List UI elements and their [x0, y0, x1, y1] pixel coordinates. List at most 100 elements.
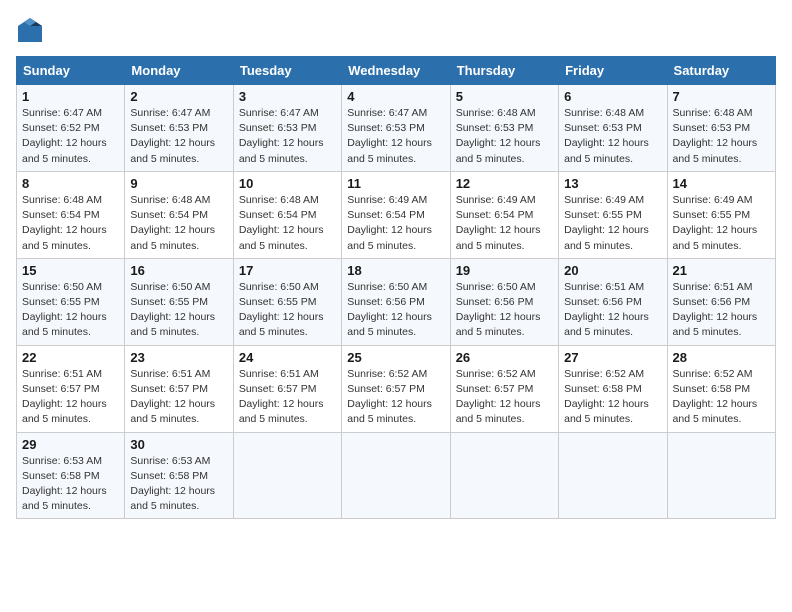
- day-info: Sunrise: 6:53 AM Sunset: 6:58 PM Dayligh…: [22, 454, 119, 515]
- weekday-header-saturday: Saturday: [667, 57, 775, 85]
- day-info: Sunrise: 6:51 AM Sunset: 6:56 PM Dayligh…: [673, 280, 770, 341]
- day-number: 29: [22, 437, 119, 452]
- day-number: 28: [673, 350, 770, 365]
- calendar-day-22: 22 Sunrise: 6:51 AM Sunset: 6:57 PM Dayli…: [17, 345, 125, 432]
- day-number: 18: [347, 263, 444, 278]
- calendar-body: 1 Sunrise: 6:47 AM Sunset: 6:52 PM Daylig…: [17, 85, 776, 519]
- day-number: 4: [347, 89, 444, 104]
- calendar-day-1: 1 Sunrise: 6:47 AM Sunset: 6:52 PM Daylig…: [17, 85, 125, 172]
- calendar-week-5: 29 Sunrise: 6:53 AM Sunset: 6:58 PM Dayli…: [17, 432, 776, 519]
- calendar-week-4: 22 Sunrise: 6:51 AM Sunset: 6:57 PM Dayli…: [17, 345, 776, 432]
- day-info: Sunrise: 6:49 AM Sunset: 6:54 PM Dayligh…: [456, 193, 553, 254]
- day-info: Sunrise: 6:49 AM Sunset: 6:55 PM Dayligh…: [673, 193, 770, 254]
- day-number: 17: [239, 263, 336, 278]
- calendar-day-29: 29 Sunrise: 6:53 AM Sunset: 6:58 PM Dayli…: [17, 432, 125, 519]
- day-info: Sunrise: 6:52 AM Sunset: 6:58 PM Dayligh…: [564, 367, 661, 428]
- day-number: 3: [239, 89, 336, 104]
- day-info: Sunrise: 6:49 AM Sunset: 6:55 PM Dayligh…: [564, 193, 661, 254]
- day-number: 9: [130, 176, 227, 191]
- day-number: 13: [564, 176, 661, 191]
- day-number: 7: [673, 89, 770, 104]
- day-number: 22: [22, 350, 119, 365]
- calendar-day-16: 16Sunrise: 6:50 AM Sunset: 6:55 PM Dayli…: [125, 258, 233, 345]
- calendar-day-12: 12 Sunrise: 6:49 AM Sunset: 6:54 PM Dayli…: [450, 171, 558, 258]
- empty-cell: [559, 432, 667, 519]
- day-info: Sunrise: 6:49 AM Sunset: 6:54 PM Dayligh…: [347, 193, 444, 254]
- day-info: Sunrise: 6:48 AM Sunset: 6:53 PM Dayligh…: [456, 106, 553, 167]
- calendar-day-25: 25 Sunrise: 6:52 AM Sunset: 6:57 PM Dayli…: [342, 345, 450, 432]
- logo: [16, 16, 48, 44]
- day-info: Sunrise: 6:52 AM Sunset: 6:57 PM Dayligh…: [347, 367, 444, 428]
- day-number: 14: [673, 176, 770, 191]
- page-header: [16, 16, 776, 44]
- calendar-day-24: 24 Sunrise: 6:51 AM Sunset: 6:57 PM Dayli…: [233, 345, 341, 432]
- calendar-week-2: 8 Sunrise: 6:48 AM Sunset: 6:54 PM Daylig…: [17, 171, 776, 258]
- calendar-day-10: 10 Sunrise: 6:48 AM Sunset: 6:54 PM Dayli…: [233, 171, 341, 258]
- day-info: Sunrise: 6:48 AM Sunset: 6:53 PM Dayligh…: [673, 106, 770, 167]
- day-info: Sunrise: 6:51 AM Sunset: 6:56 PM Dayligh…: [564, 280, 661, 341]
- day-number: 16: [130, 263, 227, 278]
- day-info: Sunrise: 6:48 AM Sunset: 6:54 PM Dayligh…: [239, 193, 336, 254]
- day-info: Sunrise: 6:52 AM Sunset: 6:57 PM Dayligh…: [456, 367, 553, 428]
- calendar-day-6: 6 Sunrise: 6:48 AM Sunset: 6:53 PM Daylig…: [559, 85, 667, 172]
- weekday-header-tuesday: Tuesday: [233, 57, 341, 85]
- calendar-day-2: 2Sunrise: 6:47 AM Sunset: 6:53 PM Daylig…: [125, 85, 233, 172]
- calendar-day-5: 5 Sunrise: 6:48 AM Sunset: 6:53 PM Daylig…: [450, 85, 558, 172]
- empty-cell: [667, 432, 775, 519]
- weekday-header-thursday: Thursday: [450, 57, 558, 85]
- weekday-header-wednesday: Wednesday: [342, 57, 450, 85]
- empty-cell: [450, 432, 558, 519]
- day-number: 30: [130, 437, 227, 452]
- day-number: 11: [347, 176, 444, 191]
- calendar-day-8: 8 Sunrise: 6:48 AM Sunset: 6:54 PM Daylig…: [17, 171, 125, 258]
- calendar-day-21: 21 Sunrise: 6:51 AM Sunset: 6:56 PM Dayli…: [667, 258, 775, 345]
- calendar-day-23: 23Sunrise: 6:51 AM Sunset: 6:57 PM Dayli…: [125, 345, 233, 432]
- day-info: Sunrise: 6:48 AM Sunset: 6:54 PM Dayligh…: [130, 193, 227, 254]
- day-info: Sunrise: 6:51 AM Sunset: 6:57 PM Dayligh…: [239, 367, 336, 428]
- day-info: Sunrise: 6:52 AM Sunset: 6:58 PM Dayligh…: [673, 367, 770, 428]
- day-number: 1: [22, 89, 119, 104]
- day-number: 10: [239, 176, 336, 191]
- day-info: Sunrise: 6:48 AM Sunset: 6:54 PM Dayligh…: [22, 193, 119, 254]
- day-number: 8: [22, 176, 119, 191]
- calendar-day-28: 28 Sunrise: 6:52 AM Sunset: 6:58 PM Dayli…: [667, 345, 775, 432]
- empty-cell: [342, 432, 450, 519]
- calendar-day-14: 14 Sunrise: 6:49 AM Sunset: 6:55 PM Dayli…: [667, 171, 775, 258]
- calendar-day-18: 18 Sunrise: 6:50 AM Sunset: 6:56 PM Dayli…: [342, 258, 450, 345]
- calendar-day-19: 19 Sunrise: 6:50 AM Sunset: 6:56 PM Dayli…: [450, 258, 558, 345]
- day-number: 5: [456, 89, 553, 104]
- day-info: Sunrise: 6:51 AM Sunset: 6:57 PM Dayligh…: [22, 367, 119, 428]
- weekday-header-sunday: Sunday: [17, 57, 125, 85]
- day-info: Sunrise: 6:47 AM Sunset: 6:53 PM Dayligh…: [239, 106, 336, 167]
- weekday-header-friday: Friday: [559, 57, 667, 85]
- day-info: Sunrise: 6:50 AM Sunset: 6:56 PM Dayligh…: [347, 280, 444, 341]
- day-info: Sunrise: 6:48 AM Sunset: 6:53 PM Dayligh…: [564, 106, 661, 167]
- day-info: Sunrise: 6:47 AM Sunset: 6:53 PM Dayligh…: [130, 106, 227, 167]
- day-number: 25: [347, 350, 444, 365]
- day-number: 27: [564, 350, 661, 365]
- day-info: Sunrise: 6:47 AM Sunset: 6:52 PM Dayligh…: [22, 106, 119, 167]
- day-info: Sunrise: 6:50 AM Sunset: 6:55 PM Dayligh…: [239, 280, 336, 341]
- day-info: Sunrise: 6:51 AM Sunset: 6:57 PM Dayligh…: [130, 367, 227, 428]
- calendar-day-20: 20Sunrise: 6:51 AM Sunset: 6:56 PM Dayli…: [559, 258, 667, 345]
- calendar-day-30: 30 Sunrise: 6:53 AM Sunset: 6:58 PM Dayli…: [125, 432, 233, 519]
- calendar-header: SundayMondayTuesdayWednesdayThursdayFrid…: [17, 57, 776, 85]
- empty-cell: [233, 432, 341, 519]
- day-number: 19: [456, 263, 553, 278]
- logo-icon: [16, 16, 44, 44]
- day-number: 24: [239, 350, 336, 365]
- weekday-header-monday: Monday: [125, 57, 233, 85]
- day-number: 21: [673, 263, 770, 278]
- day-info: Sunrise: 6:50 AM Sunset: 6:56 PM Dayligh…: [456, 280, 553, 341]
- calendar-week-3: 15Sunrise: 6:50 AM Sunset: 6:55 PM Dayli…: [17, 258, 776, 345]
- day-info: Sunrise: 6:50 AM Sunset: 6:55 PM Dayligh…: [22, 280, 119, 341]
- calendar-day-9: 9 Sunrise: 6:48 AM Sunset: 6:54 PM Daylig…: [125, 171, 233, 258]
- day-number: 12: [456, 176, 553, 191]
- calendar-day-4: 4Sunrise: 6:47 AM Sunset: 6:53 PM Daylig…: [342, 85, 450, 172]
- day-info: Sunrise: 6:53 AM Sunset: 6:58 PM Dayligh…: [130, 454, 227, 515]
- calendar-day-15: 15Sunrise: 6:50 AM Sunset: 6:55 PM Dayli…: [17, 258, 125, 345]
- calendar-day-7: 7 Sunrise: 6:48 AM Sunset: 6:53 PM Daylig…: [667, 85, 775, 172]
- calendar-day-17: 17 Sunrise: 6:50 AM Sunset: 6:55 PM Dayli…: [233, 258, 341, 345]
- day-number: 6: [564, 89, 661, 104]
- calendar-day-3: 3 Sunrise: 6:47 AM Sunset: 6:53 PM Daylig…: [233, 85, 341, 172]
